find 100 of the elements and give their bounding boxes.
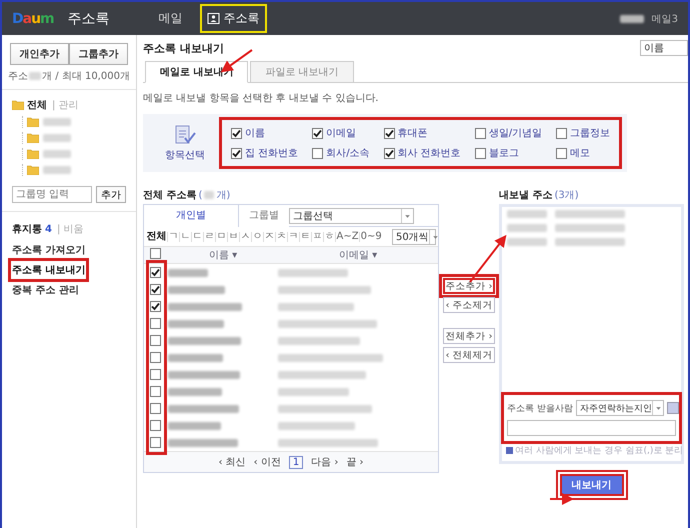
checkbox[interactable] xyxy=(150,267,161,278)
option-label: 회사 전화번호 xyxy=(398,147,461,160)
last-page-link[interactable]: 끝 › xyxy=(346,455,364,469)
trash-count: 4 xyxy=(45,224,52,234)
redacted-name xyxy=(168,320,224,328)
page-title: 주소록 내보내기 xyxy=(143,40,224,56)
count-close: 개) xyxy=(216,189,230,202)
column-header[interactable]: 이름 ▾ xyxy=(168,248,278,262)
initial-filter[interactable]: 0~9 xyxy=(359,232,382,242)
initial-filter[interactable]: ㄹ xyxy=(203,232,215,242)
initial-filter[interactable]: ㅊ xyxy=(275,232,287,242)
initial-filter[interactable]: ㅌ xyxy=(299,232,311,242)
redacted-name xyxy=(168,354,223,362)
first-page-link[interactable]: ‹ 최신 xyxy=(218,455,246,469)
sidebar-link[interactable]: 주소록 가져오기 xyxy=(12,242,86,258)
checkbox[interactable] xyxy=(150,420,161,431)
initial-filter[interactable]: ㄱ xyxy=(167,232,179,242)
checkbox[interactable] xyxy=(384,128,395,138)
quota-label: 주소 xyxy=(8,70,28,83)
app-name: 주소록 xyxy=(68,10,110,28)
nav-tab[interactable]: 메일 xyxy=(154,6,188,31)
redacted-email xyxy=(555,224,625,232)
transfer-button[interactable]: 전체추가 › xyxy=(443,328,495,344)
mail-link[interactable]: 메일3 xyxy=(652,12,678,26)
description: 메일로 내보낼 항목을 선택한 후 내보낼 수 있습니다. xyxy=(143,92,380,105)
checkbox[interactable] xyxy=(474,148,486,158)
option-label: 집 전화번호 xyxy=(245,147,298,160)
checkbox[interactable] xyxy=(150,318,161,329)
checkbox[interactable] xyxy=(150,403,161,414)
checkbox[interactable] xyxy=(474,128,486,138)
page-size-select[interactable]: 50개씩 xyxy=(392,228,436,244)
initial-filter[interactable]: ㅇ xyxy=(251,232,263,242)
tree-root[interactable]: 전체 xyxy=(27,98,47,112)
group-name-input[interactable]: 그룹명 입력 xyxy=(12,186,92,203)
address-book-icon[interactable] xyxy=(666,402,679,414)
checkbox[interactable] xyxy=(231,148,242,158)
checkbox[interactable] xyxy=(312,148,324,158)
nav-tab[interactable]: 주소록 xyxy=(202,6,265,31)
checkbox[interactable] xyxy=(231,128,242,138)
checkbox[interactable] xyxy=(150,386,161,397)
add-button[interactable]: 개인추가 xyxy=(10,43,69,65)
initial-filter[interactable]: ㅋ xyxy=(287,232,299,242)
add-group-button[interactable]: 추가 xyxy=(96,186,126,203)
checkbox[interactable] xyxy=(556,128,568,138)
checkbox[interactable] xyxy=(150,248,161,259)
initial-filter[interactable]: ㅍ xyxy=(311,232,323,242)
recipient-input[interactable] xyxy=(507,420,676,436)
checkbox[interactable] xyxy=(384,148,395,158)
redacted-name xyxy=(507,238,547,246)
logo[interactable]: Daum xyxy=(12,10,54,26)
initial-filter[interactable]: ㅎ xyxy=(323,232,335,242)
folder-icon xyxy=(27,117,39,127)
sidebar-link[interactable]: 중복 주소 관리 xyxy=(12,282,79,298)
trash-link[interactable]: 휴지통 xyxy=(12,222,42,236)
option-label: 이름 xyxy=(245,127,265,140)
info-icon xyxy=(506,447,513,454)
export-list-title: 내보낼 주소 xyxy=(499,189,552,202)
checkbox[interactable] xyxy=(150,301,161,312)
redacted-count xyxy=(29,72,42,80)
checkbox[interactable] xyxy=(150,437,161,448)
initial-filter[interactable]: ㄷ xyxy=(191,232,203,242)
next-page-link[interactable]: 다음 › xyxy=(311,455,338,469)
group-select[interactable]: 그룹선택 xyxy=(289,208,414,224)
redacted-count xyxy=(204,191,214,199)
export-count: (3개) xyxy=(554,189,579,202)
transfer-button[interactable]: ‹ 전체제거 xyxy=(443,347,495,363)
view-tab[interactable]: 개인별 xyxy=(144,204,239,226)
redacted-email xyxy=(555,238,625,246)
column-header[interactable]: 이메일 ▾ xyxy=(278,248,438,262)
address-book-title: 전체 주소록 xyxy=(143,189,196,202)
folder-icon xyxy=(27,133,39,143)
checkbox[interactable] xyxy=(312,128,324,138)
initial-filter[interactable]: 전체 xyxy=(146,232,167,242)
add-button[interactable]: 그룹추가 xyxy=(69,43,128,65)
transfer-button[interactable]: ‹ 주소제거 xyxy=(443,297,495,313)
redacted-email xyxy=(555,210,625,218)
recipient-select[interactable]: 자주연락하는지인 xyxy=(576,400,664,416)
checkbox[interactable] xyxy=(150,335,161,346)
redacted-name xyxy=(168,388,222,396)
checkbox[interactable] xyxy=(556,148,568,158)
quota-text: 개 / 최대 10,000개 xyxy=(42,70,130,83)
initial-filter[interactable]: ㅈ xyxy=(263,232,275,242)
checkbox[interactable] xyxy=(150,369,161,380)
redacted-name xyxy=(168,422,221,430)
checkbox[interactable] xyxy=(150,284,161,295)
initial-filter[interactable]: ㅁ xyxy=(215,232,227,242)
prev-page-link[interactable]: ‹ 이전 xyxy=(254,455,281,469)
checkbox[interactable] xyxy=(150,352,161,363)
page-number[interactable]: 1 xyxy=(288,456,304,468)
sort-select[interactable]: 이름 xyxy=(640,40,688,56)
redacted-username xyxy=(620,14,644,22)
option-label: 생일/기념일 xyxy=(488,127,542,140)
initial-filter[interactable]: ㅅ xyxy=(239,232,251,242)
redacted-name xyxy=(168,286,225,294)
initial-filter[interactable]: A~Z xyxy=(335,232,360,242)
initial-filter[interactable]: ㄴ xyxy=(179,232,191,242)
initial-filter[interactable]: ㅂ xyxy=(227,232,239,242)
contact-card-icon xyxy=(206,13,220,24)
option-label: 그룹정보 xyxy=(570,127,610,140)
redacted-name xyxy=(168,268,208,276)
